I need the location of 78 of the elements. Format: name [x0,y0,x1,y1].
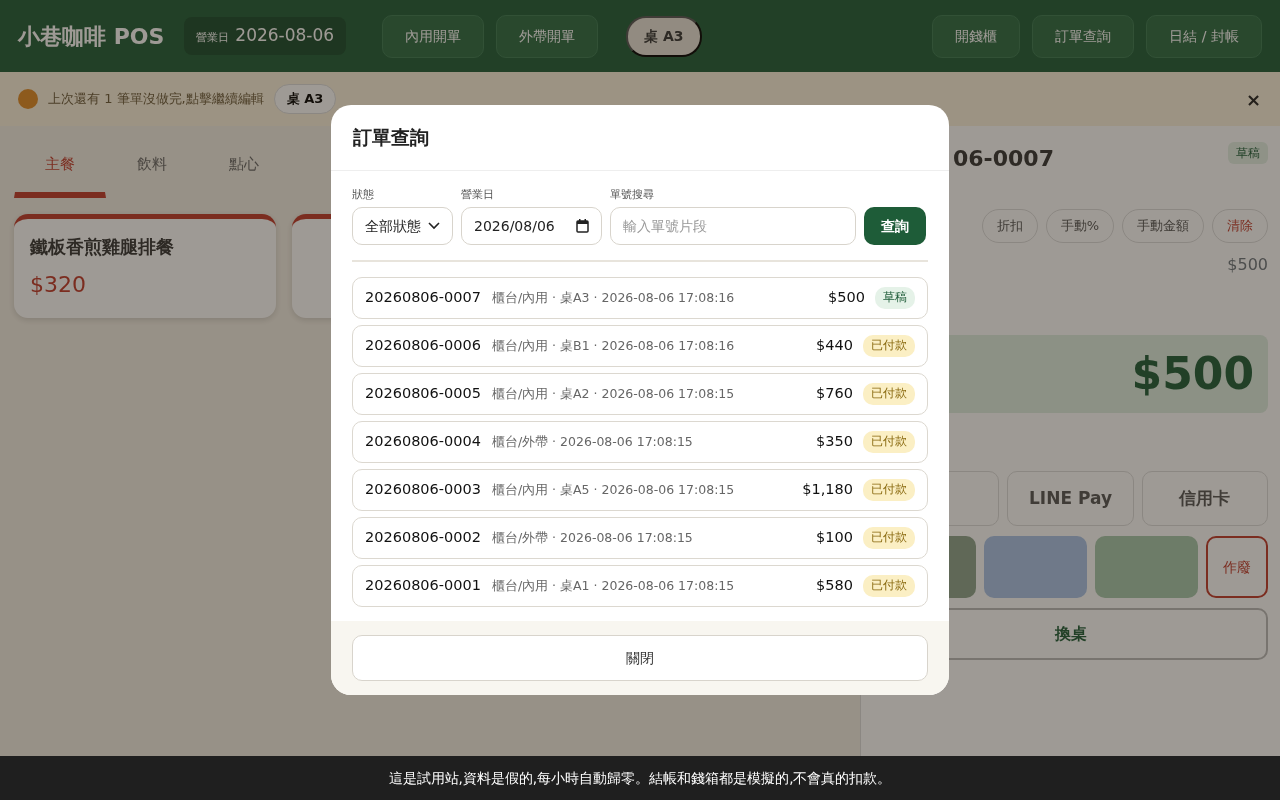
order-row[interactable]: 20260806-0005 櫃台/內用 · 桌A2 · 2026-08-06 17:08:15 $760 已付款 [352,373,928,415]
adjust-button[interactable]: 手動金額 [1122,209,1204,243]
order-amount: $580 [816,576,853,596]
alert-dot-icon [18,89,38,109]
adjust-button[interactable]: 清除 [1212,209,1268,243]
order-row[interactable]: 20260806-0004 櫃台/外帶 · 2026-08-06 17:08:15 $350 已付款 [352,421,928,463]
category-tab[interactable]: 飲料 [106,140,198,198]
adjust-button[interactable]: 手動% [1045,209,1114,243]
order-amount: $350 [816,432,853,452]
date-label: 營業日 [196,31,230,45]
category-tab[interactable]: 點心 [198,140,290,198]
action-button[interactable] [1095,536,1198,598]
close-button[interactable]: 關閉 [352,635,928,681]
field-label: 狀態 [352,186,375,203]
field-label: 單號搜尋 [610,186,655,203]
date-field[interactable]: 2026/08/06 [461,207,602,245]
void-button[interactable]: 作廢 [1206,536,1268,598]
field-label: 營業日 [461,186,495,203]
order-amount: $760 [816,384,853,404]
order-row[interactable]: 20260806-0002 櫃台/外帶 · 2026-08-06 17:08:15 $100 已付款 [352,517,928,559]
status-select[interactable]: 全部狀態 [352,207,453,245]
order-number: 20260806-0006 [365,336,481,356]
order-details: 櫃台/內用 · 桌B1 · 2026-08-06 17:08:16 [491,336,736,355]
order-details: 櫃台/外帶 · 2026-08-06 17:08:15 [491,432,694,451]
order-details: 櫃台/內用 · 桌A3 · 2026-08-06 17:08:16 [491,288,736,307]
payment-button[interactable]: LINE Pay [1007,470,1134,526]
order-amount: $500 [828,288,865,308]
status-badge: 已付款 [863,575,915,597]
payment-button[interactable]: 信用卡 [1141,470,1268,526]
order-details: 櫃台/內用 · 桌A5 · 2026-08-06 17:08:15 [491,480,736,499]
order-details: 櫃台/內用 · 桌A2 · 2026-08-06 17:08:15 [491,384,736,403]
order-number: 20260806-0007 [365,288,481,308]
header-button[interactable]: 內用開單 [382,14,485,58]
table-chip[interactable]: 桌 A3 [273,84,337,114]
order-number: 06-0007 [953,145,1054,173]
header-button[interactable]: 外帶開單 [496,14,599,58]
order-row[interactable]: 20260806-0006 櫃台/內用 · 桌B1 · 2026-08-06 17:08:16 $440 已付款 [352,325,928,367]
order-details: 櫃台/內用 · 桌A1 · 2026-08-06 17:08:15 [491,576,736,595]
order-number: 20260806-0004 [365,432,481,452]
order-number: 20260806-0003 [365,480,481,500]
app-title: 小巷咖啡 POS [18,22,165,51]
status-badge: 已付款 [863,335,915,357]
subtotal-value: $500 [1227,254,1268,274]
order-row[interactable]: 20260806-0007 櫃台/內用 · 桌A3 · 2026-08-06 17:08:16 $500 草稿 [352,277,928,319]
order-amount: $1,180 [802,480,853,500]
header-button[interactable]: 日結 / 封帳 [1146,14,1262,58]
calendar-icon [576,219,589,233]
status-badge: 草稿 [875,287,915,309]
product-name: 鐵板香煎雞腿排餐 [30,234,175,259]
order-number: 20260806-0005 [365,384,481,404]
table-chip[interactable]: 桌 A3 [626,15,702,57]
status-badge: 已付款 [863,527,915,549]
order-amount: $440 [816,336,853,356]
order-row[interactable]: 20260806-0003 櫃台/內用 · 桌A5 · 2026-08-06 17:08:15 $1,180 已付款 [352,469,928,511]
date-value: 2026-08-06 [235,25,335,46]
order-amount: $100 [816,528,853,548]
product-card[interactable]: 鐵板香煎雞腿排餐 $320 [14,213,276,318]
order-number: 20260806-0002 [365,528,481,548]
header-button[interactable]: 訂單查詢 [1032,14,1135,58]
disclaimer-text: 這是試用站,資料是假的,每小時自動歸零。結帳和錢箱都是模擬的,不會真的扣款。 [388,768,892,788]
search-button[interactable]: 查詢 [864,207,926,245]
chevron-down-icon [428,222,440,230]
header-button[interactable]: 開錢櫃 [932,14,1021,58]
product-price: $320 [30,270,87,299]
dialog-title: 訂單查詢 [331,105,949,171]
status-badge: 草稿 [1228,142,1268,164]
action-button[interactable] [984,536,1087,598]
adjust-button[interactable]: 折扣 [981,209,1038,243]
order-number: 20260806-0001 [365,576,481,596]
close-button[interactable]: × [1244,84,1262,114]
notice-text[interactable]: 上次還有 1 筆單沒做完,點擊繼續編輯 [48,89,264,109]
category-tab[interactable]: 主餐 [14,140,106,198]
order-details: 櫃台/外帶 · 2026-08-06 17:08:15 [491,528,694,547]
status-badge: 已付款 [863,383,915,405]
search-field[interactable]: 輸入單號片段 [610,207,856,245]
status-badge: 已付款 [863,479,915,501]
status-badge: 已付款 [863,431,915,453]
order-row[interactable]: 20260806-0001 櫃台/內用 · 桌A1 · 2026-08-06 17:08:15 $580 已付款 [352,565,928,607]
